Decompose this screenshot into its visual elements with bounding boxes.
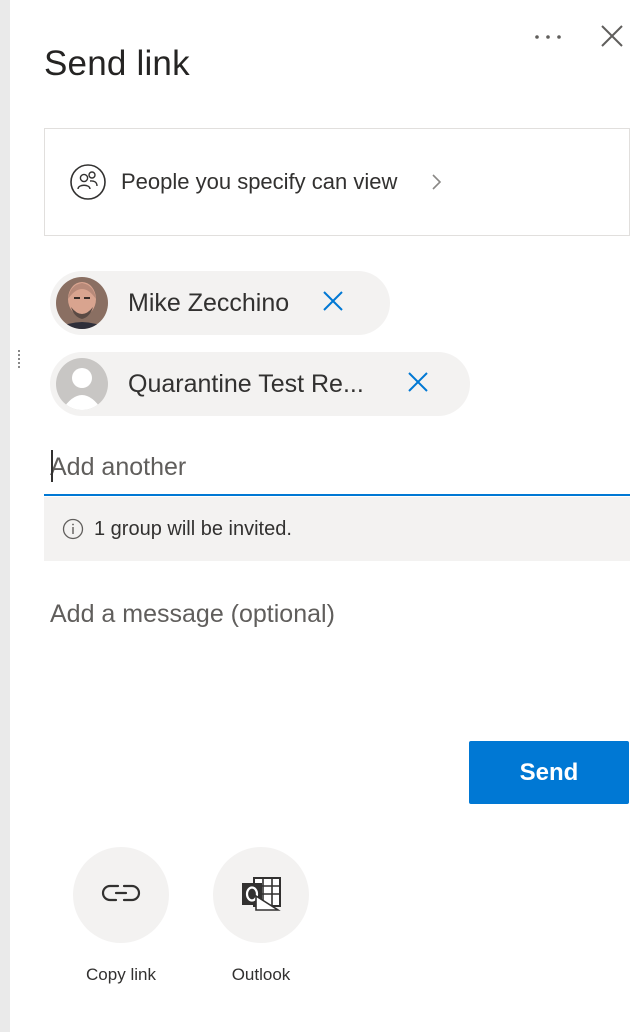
close-icon xyxy=(407,371,429,398)
permission-label: People you specify can view xyxy=(121,169,398,194)
recipient-name: Mike Zecchino xyxy=(128,288,290,317)
info-text: 1 group will be invited. xyxy=(94,517,292,540)
close-icon xyxy=(600,24,624,53)
add-recipient-input[interactable] xyxy=(44,440,630,496)
outlook-circle[interactable] xyxy=(213,847,309,943)
recipient-chip: Quarantine Test Re... xyxy=(50,352,470,416)
avatar xyxy=(56,358,108,410)
info-message-bar: 1 group will be invited. xyxy=(44,497,630,561)
info-icon xyxy=(62,518,84,540)
send-link-panel: Send link People you specify can view Mi… xyxy=(0,0,639,1032)
copy-link-circle[interactable] xyxy=(73,847,169,943)
more-options-button[interactable] xyxy=(530,22,566,52)
resize-handle[interactable] xyxy=(18,350,20,368)
people-icon xyxy=(69,163,107,201)
outlook-label: Outlook xyxy=(231,965,291,984)
message-field[interactable] xyxy=(44,594,630,714)
remove-recipient-button[interactable] xyxy=(315,285,351,321)
send-button[interactable]: Send xyxy=(469,741,629,804)
close-icon xyxy=(322,290,344,317)
link-permission-selector[interactable]: People you specify can view xyxy=(44,128,630,236)
ellipsis-icon xyxy=(533,28,563,46)
outlook-icon xyxy=(240,874,282,917)
remove-recipient-button[interactable] xyxy=(400,366,436,402)
avatar xyxy=(56,277,108,329)
recipient-name: Quarantine Test Re... xyxy=(128,369,364,398)
copy-link-button[interactable]: Copy link xyxy=(66,847,176,985)
outlook-button[interactable]: Outlook xyxy=(206,847,316,985)
close-button[interactable] xyxy=(594,20,630,56)
recipient-chip: Mike Zecchino xyxy=(50,271,390,335)
copy-link-label: Copy link xyxy=(86,965,156,984)
text-cursor xyxy=(51,450,53,482)
page-title: Send link xyxy=(44,44,190,83)
chevron-right-icon xyxy=(431,172,443,192)
link-icon xyxy=(98,878,144,913)
